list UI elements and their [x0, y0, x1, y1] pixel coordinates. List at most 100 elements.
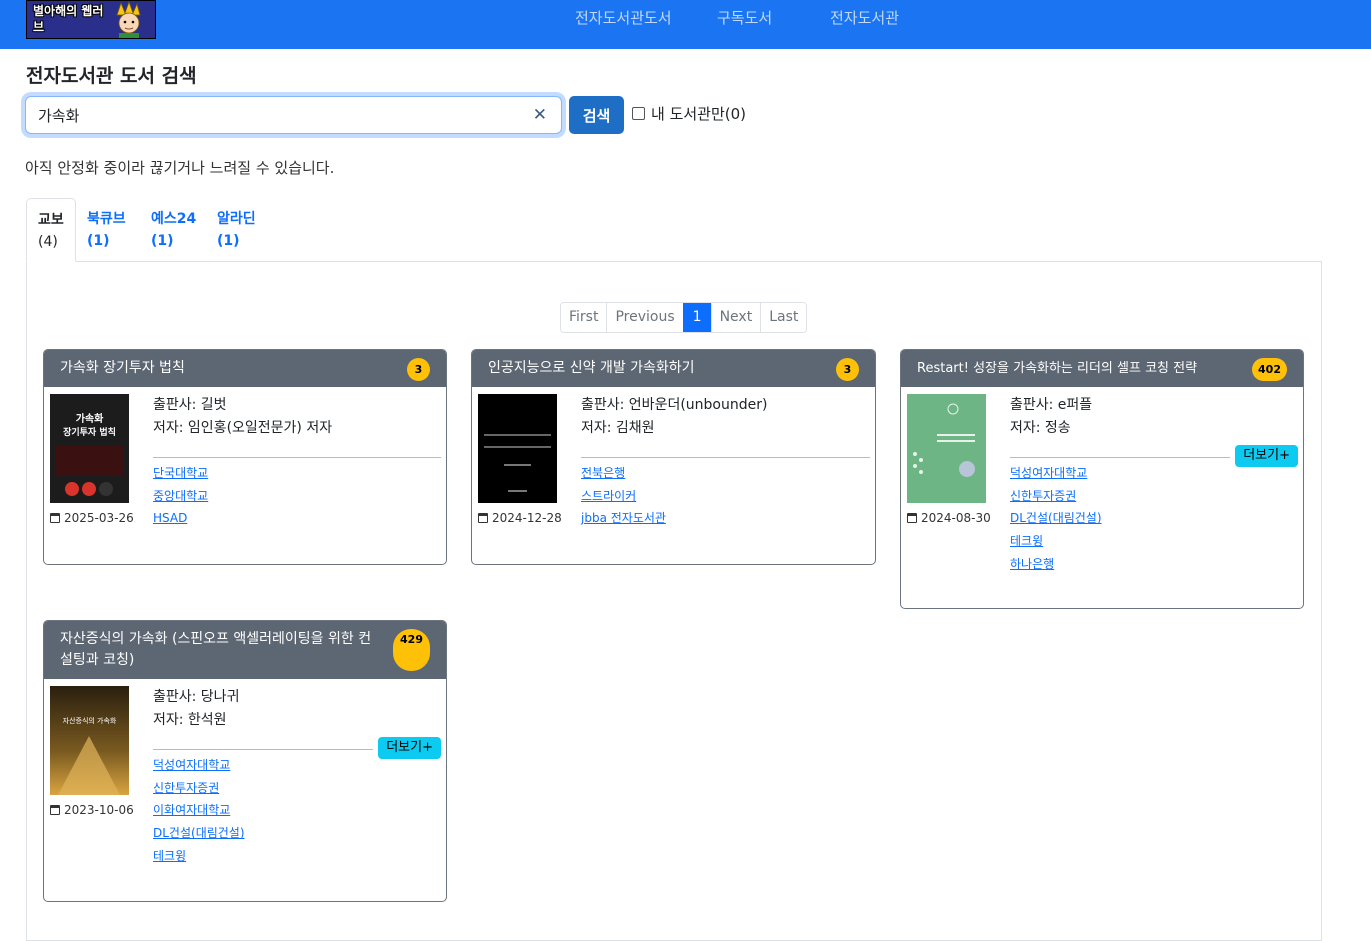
svg-text:장기투자 법칙: 장기투자 법칙 [63, 426, 116, 438]
book-cover-art: 자산증식의 가속화 [50, 686, 129, 795]
calendar-icon [907, 513, 917, 523]
divider [1010, 457, 1230, 458]
publish-date-text: 2024-12-28 [492, 511, 562, 525]
page-previous[interactable]: Previous [606, 303, 683, 332]
library-link[interactable]: 전북은행 [581, 462, 666, 485]
tab-count: (1) [151, 233, 174, 249]
library-list: 전북은행 스트라이커 jbba 전자도서관 [581, 462, 666, 530]
library-link[interactable]: jbba 전자도서관 [581, 507, 666, 530]
book-title[interactable]: 자산증식의 가속화 (스핀오프 액셀러레이팅을 위한 컨설팅과 코칭) 429 [44, 621, 446, 679]
tab-yes24[interactable]: 예스24 (1) [140, 198, 207, 262]
page-next[interactable]: Next [710, 303, 761, 332]
more-button[interactable]: 더보기+ [378, 737, 441, 759]
book-cover[interactable]: 가속화 장기투자 법칙 [50, 394, 129, 503]
svg-text:자산증식의 가속화: 자산증식의 가속화 [63, 716, 117, 725]
library-link[interactable]: HSAD [153, 507, 208, 530]
author: 저자: 김채원 [581, 420, 655, 436]
library-link[interactable]: 이화여자대학교 [153, 799, 245, 822]
publish-date: 2024-12-28 [478, 510, 562, 526]
book-meta: 출판사: 언바운더(unbounder) 저자: 김채원 [581, 394, 767, 440]
tab-label: 예스24 [151, 211, 197, 227]
tab-label: 교보 [38, 212, 64, 228]
my-library-only-filter[interactable]: 내 도서관만(0) [632, 104, 746, 124]
library-link[interactable]: DL건설(대림건설) [1010, 507, 1102, 530]
page-last[interactable]: Last [760, 303, 807, 332]
library-count-badge: 429 [393, 629, 430, 671]
library-link[interactable]: 테크윙 [1010, 530, 1102, 553]
library-link[interactable]: 테크윙 [153, 845, 245, 868]
book-title-text: Restart! 성장을 가속화하는 리더의 셀프 코칭 전략 [917, 361, 1198, 376]
page-1[interactable]: 1 [682, 303, 711, 332]
book-cover-art: 가속화 장기투자 법칙 [50, 394, 129, 503]
library-count-badge: 402 [1252, 358, 1287, 381]
library-link[interactable]: 단국대학교 [153, 462, 208, 485]
nav-link-subscription-books[interactable]: 구독도서 [717, 8, 772, 28]
library-link[interactable]: 스트라이커 [581, 485, 666, 508]
more-button[interactable]: 더보기+ [1235, 445, 1298, 467]
publisher: 출판사: 언바운더(unbounder) [581, 397, 768, 413]
book-title[interactable]: 가속화 장기투자 법칙 3 [44, 350, 446, 387]
book-title-text: 자산증식의 가속화 (스핀오프 액셀러레이팅을 위한 컨설팅과 코칭) [60, 631, 372, 668]
svg-text:가속화: 가속화 [76, 412, 104, 425]
tab-count: (4) [38, 234, 58, 250]
library-link[interactable]: 중앙대학교 [153, 485, 208, 508]
nav-link-ebook-library-books[interactable]: 전자도서관도서 [575, 8, 672, 28]
book-cover[interactable] [478, 394, 557, 503]
tab-bookcube[interactable]: 북큐브 (1) [76, 198, 137, 262]
calendar-icon [50, 513, 60, 523]
divider [581, 457, 870, 458]
my-library-checkbox[interactable] [632, 107, 645, 120]
publisher: 출판사: e퍼플 [1010, 397, 1093, 413]
library-link[interactable]: 하나은행 [1010, 553, 1102, 576]
publish-date: 2023-10-06 [50, 802, 134, 818]
author: 저자: 한석원 [153, 712, 227, 728]
publish-date-text: 2024-08-30 [921, 511, 991, 525]
book-cover[interactable]: 자산증식의 가속화 [50, 686, 129, 795]
calendar-icon [478, 513, 488, 523]
library-count-badge: 3 [407, 358, 430, 381]
logo-text: 별아해의 웹러브 [33, 4, 104, 34]
tab-count: (1) [87, 233, 110, 249]
book-meta: 출판사: e퍼플 저자: 정송 [1010, 394, 1092, 440]
book-card: 가속화 장기투자 법칙 3 가속화 장기투자 법칙 2025-03-26 출판사… [43, 349, 447, 565]
author: 저자: 임인홍(오일전문가) 저자 [153, 420, 333, 436]
book-cover-art [907, 394, 986, 503]
library-link[interactable]: 덕성여자대학교 [1010, 462, 1102, 485]
search-box: ✕ [25, 96, 562, 134]
stability-notice: 아직 안정화 중이라 끊기거나 느려질 수 있습니다. [25, 159, 335, 177]
library-list: 단국대학교 중앙대학교 HSAD [153, 462, 208, 530]
library-link[interactable]: 신한투자증권 [1010, 485, 1102, 508]
clear-icon[interactable]: ✕ [533, 105, 547, 125]
book-card: 인공지능으로 신약 개발 가속화하기 3 2024-12-28 출판사: 언바운… [471, 349, 876, 565]
page-first[interactable]: First [561, 303, 607, 332]
publisher: 출판사: 당나귀 [153, 689, 240, 705]
tab-kyobo[interactable]: 교보 (4) [26, 198, 76, 262]
book-cover[interactable] [907, 394, 986, 503]
tab-label: 북큐브 [87, 211, 126, 227]
library-list: 덕성여자대학교 신한투자증권 DL건설(대림건설) 테크윙 하나은행 [1010, 462, 1102, 576]
book-title[interactable]: 인공지능으로 신약 개발 가속화하기 3 [472, 350, 875, 387]
search-button[interactable]: 검색 [569, 96, 624, 134]
book-card: Restart! 성장을 가속화하는 리더의 셀프 코칭 전략 402 2024… [900, 349, 1304, 609]
book-meta: 출판사: 길벗 저자: 임인홍(오일전문가) 저자 [153, 394, 332, 440]
divider [153, 457, 441, 458]
book-meta: 출판사: 당나귀 저자: 한석원 [153, 686, 239, 732]
tab-label: 알라딘 [217, 211, 256, 227]
top-navbar: 별아해의 웹러브 전자도서관도서 구독도서 전자도서관 [0, 0, 1371, 49]
publish-date: 2025-03-26 [50, 510, 134, 526]
book-cover-art [478, 394, 557, 503]
library-link[interactable]: 신한투자증권 [153, 777, 245, 800]
library-link[interactable]: DL건설(대림건설) [153, 822, 245, 845]
pagination: First Previous 1 Next Last [560, 302, 808, 333]
book-title[interactable]: Restart! 성장을 가속화하는 리더의 셀프 코칭 전략 402 [901, 350, 1303, 387]
tab-aladin[interactable]: 알라딘 (1) [206, 198, 267, 262]
nav-link-ebook-library[interactable]: 전자도서관 [830, 8, 899, 28]
book-title-text: 가속화 장기투자 법칙 [60, 360, 185, 376]
search-input[interactable] [26, 97, 561, 133]
publish-date-text: 2023-10-06 [64, 803, 134, 817]
library-link[interactable]: 덕성여자대학교 [153, 754, 245, 777]
site-logo[interactable]: 별아해의 웹러브 [26, 0, 156, 39]
book-title-text: 인공지능으로 신약 개발 가속화하기 [488, 360, 695, 376]
logo-character-icon [109, 1, 149, 38]
divider [153, 749, 373, 750]
